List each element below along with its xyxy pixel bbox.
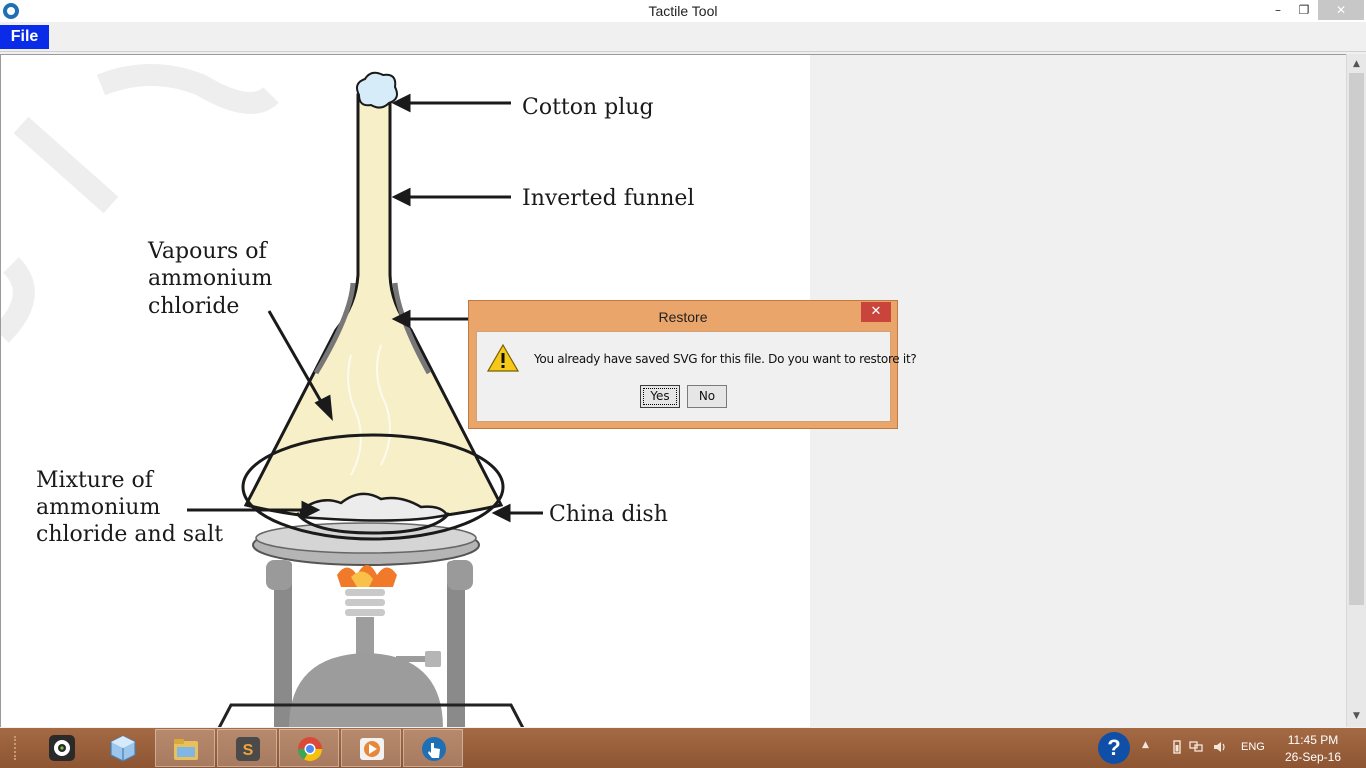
language-indicator[interactable]: ENG: [1241, 741, 1265, 753]
sublime-text-icon: S: [236, 737, 260, 761]
burner: [217, 565, 525, 727]
media-player-icon: [360, 738, 384, 760]
taskbar-sublime-text[interactable]: S: [217, 729, 277, 767]
close-window-button[interactable]: ✕: [1318, 0, 1364, 20]
volume-icon[interactable]: [1213, 740, 1227, 754]
window-title: Tactile Tool: [648, 3, 718, 19]
minimize-button[interactable]: –: [1264, 0, 1292, 20]
svg-text:S: S: [243, 742, 254, 759]
clock-date[interactable]: 26-Sep-16: [1280, 750, 1346, 764]
taskbar-chrome[interactable]: [279, 729, 339, 767]
label-china-dish: China dish: [549, 502, 668, 527]
show-hidden-icons-button[interactable]: ▲: [1142, 740, 1149, 750]
taskbar-tactile-tool[interactable]: [403, 729, 463, 767]
taskbar-camera-app[interactable]: [32, 729, 92, 767]
clock-time[interactable]: 11:45 PM: [1280, 733, 1346, 747]
warning-icon: [487, 344, 519, 372]
title-bar: Tactile Tool – ❐ ✕: [0, 0, 1366, 22]
label-inverted-funnel: Inverted funnel: [522, 186, 694, 211]
no-button[interactable]: No: [687, 385, 727, 408]
dialog-title: Restore: [658, 309, 708, 325]
network-icon[interactable]: [1189, 740, 1203, 754]
box-app-icon: [110, 735, 136, 762]
label-cotton-plug: Cotton plug: [522, 95, 654, 120]
tactile-tool-icon: [422, 737, 446, 761]
camera-app-icon: [49, 735, 75, 761]
maximize-button[interactable]: ❐: [1290, 0, 1318, 20]
label-vapours-line2: ammonium: [148, 266, 272, 291]
scroll-thumb[interactable]: [1349, 73, 1364, 605]
dialog-body: You already have saved SVG for this file…: [476, 331, 917, 422]
file-menu[interactable]: File: [0, 25, 49, 49]
vertical-scrollbar[interactable]: ▲ ▼: [1346, 54, 1366, 727]
help-icon[interactable]: ?: [1098, 732, 1130, 764]
label-vapours-line3: chloride: [148, 294, 239, 319]
dialog-close-button[interactable]: ✕: [861, 302, 891, 322]
label-mixture-line3: chloride and salt: [36, 522, 223, 547]
battery-icon[interactable]: [1170, 740, 1184, 754]
inverted-funnel: [243, 93, 504, 522]
dialog-message: You already have saved SVG for this file…: [534, 352, 917, 366]
taskbar-grip: [14, 736, 22, 760]
cotton-plug: [356, 71, 398, 109]
taskbar: S ? ▲ ENG 11:45 PM 26-Sep-16: [0, 728, 1366, 768]
label-mixture-line2: ammonium: [36, 495, 160, 520]
taskbar-box-app[interactable]: [93, 729, 153, 767]
scroll-up-button[interactable]: ▲: [1347, 56, 1366, 73]
label-mixture-line1: Mixture of: [36, 468, 155, 493]
scroll-down-button[interactable]: ▼: [1347, 708, 1366, 725]
restore-dialog: Restore ✕ You already have saved SVG for…: [468, 300, 917, 429]
taskbar-media-player[interactable]: [341, 729, 401, 767]
menu-bar: File: [0, 22, 1366, 52]
label-vapours-line1: Vapours of: [147, 239, 269, 264]
chrome-icon: [298, 737, 322, 762]
file-explorer-icon: [174, 739, 198, 760]
yes-button[interactable]: Yes: [640, 385, 680, 408]
taskbar-file-explorer[interactable]: [155, 729, 215, 767]
